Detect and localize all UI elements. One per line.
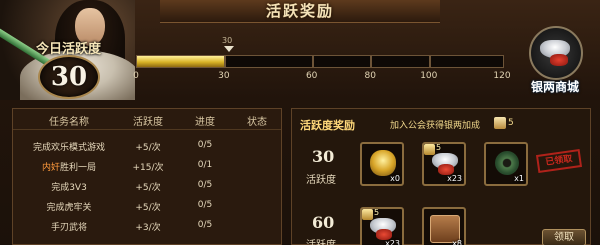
progress-tick-label: 0: [133, 71, 139, 81]
task-activity: +15/次: [132, 163, 164, 173]
gold-pot-icon: [370, 150, 396, 176]
task-row[interactable]: 完成虎牢关 +5/次 0/5: [13, 197, 281, 215]
reward-item-jade[interactable]: x1: [484, 142, 528, 186]
reward-panel: 活跃度奖励 加入公会获得银两加成 5 30 活跃度 x0 5 x23 x1 已领…: [291, 108, 591, 245]
guild-bonus-count: 5: [508, 118, 514, 128]
jade-disc-icon: [495, 151, 519, 175]
task-row[interactable]: 完成3V3 +5/次 0/5: [13, 177, 281, 195]
star-icon: [424, 144, 435, 155]
item-quantity: x8: [452, 239, 462, 245]
task-row[interactable]: 手刃武将 +3/次 0/5: [13, 217, 281, 235]
item-quantity: x23: [385, 239, 400, 245]
guild-bonus-text[interactable]: 加入公会获得银两加成: [390, 118, 480, 131]
reward-item-chest[interactable]: x8: [422, 207, 466, 245]
progress-tick-mark: [311, 55, 314, 68]
task-name: 完成虎牢关: [46, 203, 92, 213]
activity-reward-window: 活跃奖励 今日活跃度 30 30 0 30 60 80 100 120 银两商城…: [0, 0, 600, 245]
activity-progress-fill: [137, 56, 225, 67]
progress-tick-mark: [223, 55, 226, 68]
star-icon: [362, 209, 373, 220]
task-activity: +5/次: [135, 203, 161, 213]
reward-item-silver[interactable]: 5 x23: [422, 142, 466, 186]
star-count: 5: [436, 143, 442, 152]
task-name: 完成欢乐模式游戏: [32, 143, 106, 153]
task-name: 手刃武将: [50, 223, 88, 233]
shop-label: 银两商城: [530, 80, 579, 94]
header-status: 状态: [247, 117, 267, 128]
task-activity: +5/次: [135, 143, 161, 153]
tier-points: 60: [312, 213, 335, 232]
tier-label: 活跃度: [306, 236, 336, 245]
task-name: 完成3V3: [51, 183, 87, 193]
task-table-header: 任务名称 活跃度 进度 状态: [13, 109, 281, 130]
task-row[interactable]: 内奸胜利一局 +15/次 0/1: [13, 157, 281, 175]
task-name: 内奸胜利一局: [42, 160, 96, 173]
task-panel: 任务名称 活跃度 进度 状态 完成欢乐模式游戏 +5/次 0/5 内奸胜利一局 …: [12, 108, 282, 245]
task-progress: 0/5: [197, 200, 213, 210]
tier-points: 30: [312, 147, 335, 166]
progress-tick-label: 30: [218, 71, 230, 81]
progress-tick-mark: [370, 55, 373, 68]
window-title: 活跃奖励: [265, 2, 334, 20]
title-bar: 活跃奖励: [160, 0, 440, 23]
task-progress: 0/5: [197, 180, 213, 190]
daily-activity-value: 30: [50, 62, 88, 92]
daily-activity-badge: 30: [38, 55, 100, 99]
claim-button[interactable]: 领取: [542, 229, 586, 245]
activity-progress-bar: [136, 55, 504, 68]
guild-star-icon: [494, 117, 506, 129]
progress-tick-mark: [428, 55, 431, 68]
progress-marker-label: 30: [222, 36, 233, 45]
header-progress: 进度: [195, 117, 215, 128]
progress-tick-label: 60: [305, 71, 318, 81]
tier-label: 活跃度: [306, 175, 336, 186]
task-row[interactable]: 完成欢乐模式游戏 +5/次 0/5: [13, 137, 281, 155]
progress-tick-label: 100: [420, 71, 438, 81]
red-gem-icon: [550, 54, 568, 66]
item-quantity: x23: [447, 174, 462, 183]
task-activity: +3/次: [135, 223, 161, 233]
task-activity: +5/次: [135, 183, 161, 193]
item-quantity: x0: [390, 174, 400, 183]
star-count: 5: [374, 208, 380, 217]
reward-item-pot[interactable]: x0: [360, 142, 404, 186]
reward-item-silver[interactable]: 5 x23: [360, 207, 404, 245]
header-task-name: 任务名称: [49, 117, 89, 128]
task-progress: 0/1: [197, 160, 213, 170]
progress-tick-label: 80: [364, 71, 376, 81]
task-progress: 0/5: [197, 220, 213, 230]
item-quantity: x1: [514, 174, 524, 183]
task-progress: 0/5: [197, 140, 213, 150]
task-name-rest: 胜利一局: [60, 163, 97, 173]
claimed-stamp: 已领取: [535, 149, 583, 173]
progress-marker-arrow-icon: [224, 46, 234, 52]
silver-shop-button[interactable]: 银两商城: [520, 26, 590, 98]
task-name-highlight: 内奸: [41, 163, 60, 173]
reward-panel-title: 活跃度奖励: [300, 119, 355, 132]
progress-tick-label: 120: [493, 71, 511, 81]
header-activity: 活跃度: [133, 117, 163, 128]
